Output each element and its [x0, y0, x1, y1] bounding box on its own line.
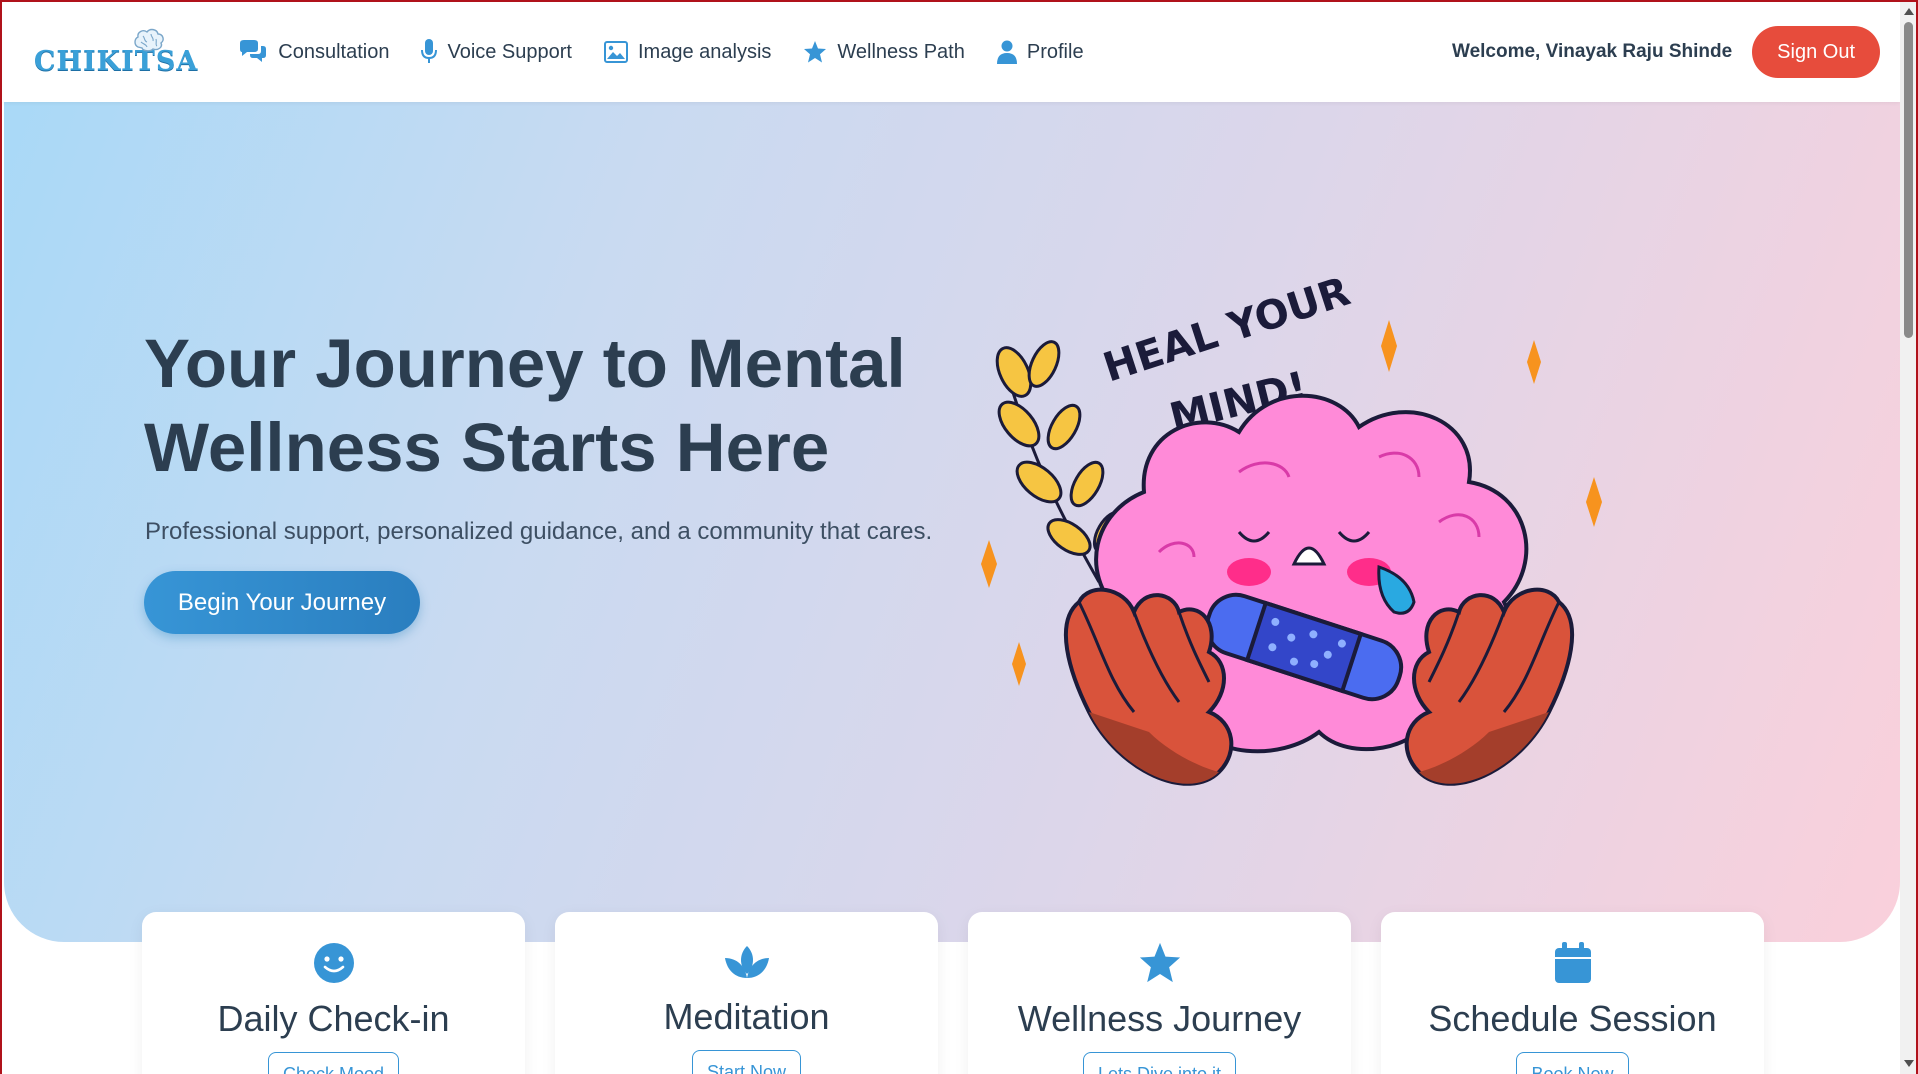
image-icon — [603, 41, 628, 63]
start-now-button[interactable]: Start Now — [691, 1050, 802, 1074]
app-frame: CHIKITSA Consultation Voice Support Imag… — [0, 0, 1918, 1074]
sign-out-button[interactable]: Sign Out — [1752, 26, 1880, 78]
logo[interactable]: CHIKITSA — [34, 27, 198, 77]
nav-voice-support[interactable]: Voice Support — [421, 39, 572, 65]
vertical-scrollbar[interactable] — [1900, 2, 1916, 1074]
check-mood-button[interactable]: Check Mood — [267, 1052, 400, 1074]
hero-section: Your Journey to Mental Wellness Starts H… — [4, 102, 1900, 942]
lotus-icon — [724, 946, 769, 978]
scrollbar-thumb[interactable] — [1904, 22, 1913, 338]
svg-text:HEAL YOUR: HEAL YOUR — [1098, 269, 1356, 392]
card-title: Schedule Session — [1428, 998, 1717, 1039]
begin-journey-button[interactable]: Begin Your Journey — [144, 571, 420, 634]
scroll-down-arrow-icon[interactable] — [1904, 1060, 1914, 1067]
nav-wellness-path-label: Wellness Path — [837, 40, 965, 63]
nav-menu: Consultation Voice Support Image analysi… — [238, 39, 1084, 65]
star-icon — [804, 41, 827, 63]
microphone-icon — [421, 39, 438, 63]
card-title: Meditation — [663, 996, 830, 1037]
card-title: Wellness Journey — [1017, 998, 1302, 1039]
user-icon — [996, 40, 1017, 64]
nav-wellness-path[interactable]: Wellness Path — [803, 40, 965, 64]
nav-image-analysis[interactable]: Image analysis — [603, 40, 772, 64]
feature-cards: Daily Check-in Check Mood Meditation Sta… — [142, 912, 1767, 1074]
calendar-icon — [1554, 942, 1591, 983]
hero-title: Your Journey to Mental Wellness Starts H… — [144, 325, 906, 486]
scroll-up-arrow-icon[interactable] — [1904, 8, 1914, 15]
card-daily-check-in: Daily Check-in Check Mood — [142, 912, 525, 1074]
nav-profile[interactable]: Profile — [996, 40, 1084, 64]
card-schedule-session: Schedule Session Book Now — [1381, 912, 1764, 1074]
brain-logo-icon — [134, 28, 164, 52]
nav-profile-label: Profile — [1026, 40, 1084, 63]
nav-consultation[interactable]: Consultation — [238, 40, 389, 64]
card-title: Daily Check-in — [217, 998, 450, 1039]
chat-bubbles-icon — [240, 40, 267, 62]
book-now-button[interactable]: Book Now — [1516, 1052, 1629, 1074]
welcome-text: Welcome, Vinayak Raju Shinde — [1451, 41, 1733, 62]
star-icon — [1139, 942, 1180, 983]
nav-voice-support-label: Voice Support — [447, 40, 572, 63]
nav-consultation-label: Consultation — [278, 40, 390, 63]
nav-right: Welcome, Vinayak Raju Shinde Sign Out — [1452, 26, 1880, 78]
card-meditation: Meditation Start Now — [555, 912, 938, 1074]
navbar: CHIKITSA Consultation Voice Support Imag… — [2, 2, 1900, 102]
lets-dive-button[interactable]: Lets Dive into it — [1082, 1052, 1237, 1074]
card-wellness-journey: Wellness Journey Lets Dive into it — [968, 912, 1351, 1074]
heal-your-mind-illustration: HEAL YOUR MIND! — [981, 269, 1602, 786]
nav-image-analysis-label: Image analysis — [637, 40, 772, 63]
smile-icon — [313, 943, 354, 983]
logo-text: CHIKITSA — [34, 46, 199, 77]
hero-subtitle: Professional support, personalized guida… — [145, 518, 933, 545]
